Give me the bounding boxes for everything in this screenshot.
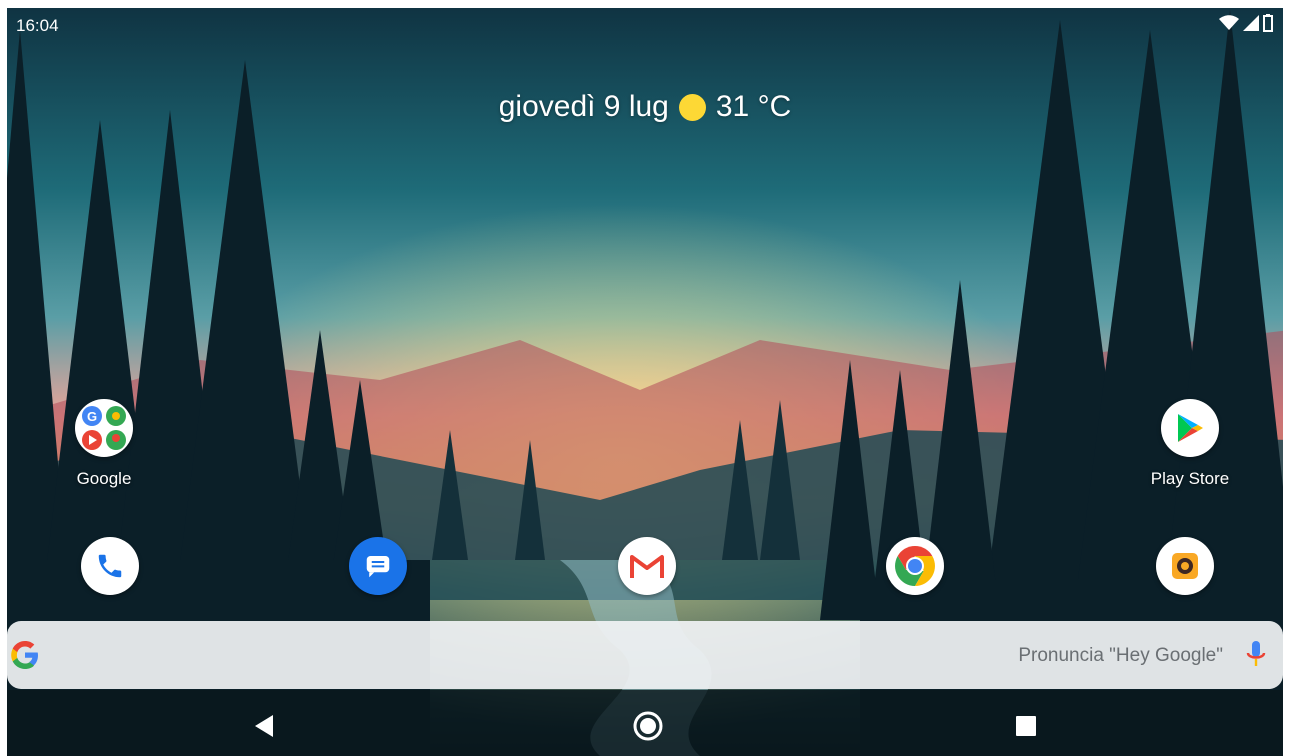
search-bar[interactable]: Pronuncia "Hey Google" bbox=[7, 621, 1283, 689]
phone-icon bbox=[81, 537, 139, 595]
chrome-app[interactable] bbox=[855, 537, 975, 595]
screen-frame-top bbox=[0, 0, 1290, 8]
messages-app[interactable] bbox=[318, 537, 438, 595]
temperature-label[interactable]: 31 °C bbox=[716, 90, 791, 124]
google-folder-label: Google bbox=[76, 469, 132, 488]
svg-text:G: G bbox=[87, 409, 97, 424]
navigation-bar bbox=[0, 696, 1290, 756]
messages-icon bbox=[349, 537, 407, 595]
search-hint: Pronuncia "Hey Google" bbox=[1018, 645, 1223, 666]
status-icons bbox=[1219, 14, 1273, 32]
play-store-app[interactable]: Play Store bbox=[1130, 399, 1250, 489]
back-icon bbox=[255, 715, 273, 737]
back-button[interactable] bbox=[245, 708, 285, 744]
recents-icon bbox=[1016, 716, 1036, 736]
chrome-icon bbox=[886, 537, 944, 595]
screen-frame-left bbox=[0, 0, 7, 756]
date-label[interactable]: giovedì 9 lug bbox=[499, 90, 669, 124]
clock: 16:04 bbox=[16, 16, 59, 35]
play-store-label: Play Store bbox=[1150, 469, 1230, 488]
camera-app[interactable] bbox=[1125, 537, 1245, 595]
wifi-icon bbox=[1219, 15, 1239, 30]
google-folder[interactable]: G Google bbox=[44, 399, 164, 489]
signal-icon bbox=[1243, 15, 1259, 31]
at-a-glance-widget[interactable]: giovedì 9 lug 31 °C bbox=[0, 90, 1290, 124]
camera-icon bbox=[1156, 537, 1214, 595]
recents-button[interactable] bbox=[1006, 708, 1046, 744]
google-folder-icon: G bbox=[75, 399, 133, 457]
phone-app[interactable] bbox=[50, 537, 170, 595]
google-g-icon[interactable] bbox=[9, 639, 41, 671]
gmail-icon bbox=[618, 537, 676, 595]
status-bar: 16:04 bbox=[7, 8, 1283, 40]
battery-icon bbox=[1263, 14, 1273, 32]
home-button[interactable] bbox=[628, 708, 668, 744]
sun-icon bbox=[678, 93, 706, 121]
mic-icon[interactable] bbox=[1245, 639, 1267, 671]
gmail-app[interactable] bbox=[587, 537, 707, 595]
screen-frame-right bbox=[1283, 0, 1290, 756]
play-store-icon bbox=[1161, 399, 1219, 457]
home-icon bbox=[633, 711, 663, 741]
